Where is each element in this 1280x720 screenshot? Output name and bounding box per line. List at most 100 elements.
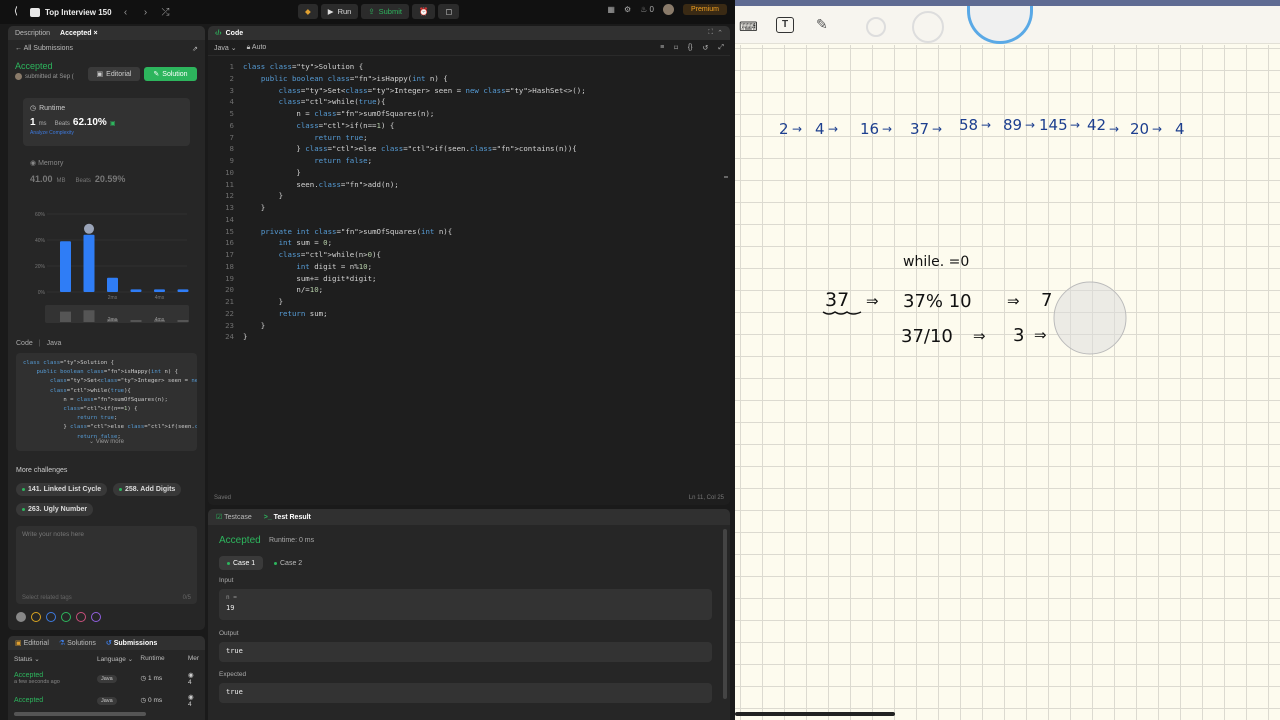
tab-accepted[interactable]: Accepted × (60, 30, 98, 37)
tab-test-result[interactable]: >_ Test Result (264, 514, 311, 521)
debug-button[interactable]: ◆ (298, 4, 318, 19)
sequence-arrow: → (792, 122, 802, 136)
table-row[interactable]: Accepted a few seconds ago Java ◷ 1 ms ◉ … (8, 667, 205, 689)
settings-icon[interactable]: ⚙ (624, 5, 631, 14)
sequence-row: 2 → 4 → 16 → 37 → 58 → 89 → 145 → 42 → 20 → 4 (779, 116, 1185, 138)
tab-editorial-label: Editorial (23, 640, 49, 647)
chart-bar[interactable] (177, 289, 189, 292)
tab-test-result-label: Test Result (273, 513, 311, 521)
all-submissions-link[interactable]: ← All Submissions ⇗ (8, 40, 205, 58)
color-swatch[interactable] (91, 612, 101, 622)
code-panel-header: ‹/› Code ⛶ ⌃ (208, 26, 730, 40)
chart-bar[interactable] (130, 289, 142, 292)
color-swatch[interactable] (46, 612, 56, 622)
tab-solutions[interactable]: ⚗ Solutions (59, 639, 96, 647)
problem-list-button[interactable]: Top Interview 150 (30, 7, 112, 17)
y-tick-label: 20% (35, 264, 46, 270)
fullscreen-icon[interactable]: ⤢ (718, 44, 724, 52)
sequence-number: 89 (1003, 116, 1022, 134)
braces-icon[interactable]: {} (688, 44, 693, 51)
color-swatch[interactable] (16, 612, 26, 622)
input-box: n = 19 (219, 589, 712, 620)
chart-bar[interactable] (83, 234, 95, 292)
memory-card[interactable]: ◉ Memory 41.00 MB Beats 20.59% (30, 159, 190, 184)
table-row[interactable]: Accepted Java ◷ 0 ms ◉ 4 (8, 689, 205, 711)
share-icon[interactable]: ⇗ (192, 45, 198, 53)
row-runtime: 1 ms (148, 675, 163, 682)
challenge-chip[interactable]: 141. Linked List Cycle (16, 483, 108, 496)
leetcode-logo-icon[interactable]: ⟨ (10, 6, 22, 18)
case-2-tab[interactable]: Case 2 (266, 556, 310, 570)
format-icon[interactable]: ≡ (660, 44, 664, 51)
run-button[interactable]: ▶ Run (320, 4, 359, 19)
runtime-beats-value: 62.10% (72, 117, 107, 128)
notes-textarea[interactable]: Write your notes here Select related tag… (16, 526, 197, 604)
row-runtime: 0 ms (148, 697, 163, 704)
history-icon: ↺ (105, 640, 112, 647)
code-brackets-icon: ‹/› (215, 29, 222, 37)
analyze-complexity-link[interactable]: Analyze Complexity (30, 130, 183, 136)
sequence-number: 37 (910, 120, 929, 138)
solution-button[interactable]: ✎ Solution (144, 67, 197, 81)
list-icon (30, 7, 40, 17)
tab-submissions[interactable]: ↺ Submissions (106, 639, 157, 647)
editorial-button[interactable]: ▣ Editorial (88, 67, 140, 81)
bookmark-icon[interactable]: ⌑ (674, 44, 678, 52)
runtime-card[interactable]: ◷ Runtime 1 ms Beats 62.10% ▣ Analyze Com… (23, 98, 190, 146)
timer-button[interactable]: ⏰ (411, 4, 436, 19)
challenge-chip[interactable]: 263. Ugly Number (16, 503, 94, 516)
tags-count: 0/5 (182, 595, 191, 601)
tab-editorial[interactable]: ▣ Editorial (15, 639, 49, 647)
arrow-3: ⇒ (973, 327, 986, 345)
source-code[interactable]: class class="ty">Solution { public boole… (243, 61, 586, 343)
shuffle-icon[interactable]: ⤮ (160, 7, 172, 18)
editor-status-bar: Saved Ln 11, Col 25 (214, 495, 724, 501)
tab-testcase[interactable]: ☑ Testcase (216, 513, 252, 521)
chart-bar[interactable] (154, 289, 165, 292)
next-problem-icon[interactable]: › (140, 7, 152, 18)
flask-icon: ⚗ (58, 640, 66, 647)
case-1-tab[interactable]: Case 1 (219, 556, 264, 570)
streak-counter[interactable]: ♨ 0 (640, 5, 654, 14)
tab-description[interactable]: Description (15, 30, 50, 37)
horizontal-scrollbar[interactable] (14, 712, 146, 716)
prev-problem-icon[interactable]: ‹ (120, 7, 132, 18)
color-swatch[interactable] (76, 612, 86, 622)
x-tick-label: 4ms (155, 295, 165, 301)
auto-mode-toggle[interactable]: 🔒︎ Auto (247, 44, 267, 52)
layout-icon[interactable]: ▦ (607, 5, 615, 14)
language-select[interactable]: Java ⌄ (214, 44, 237, 52)
reset-icon[interactable]: ↺ (703, 44, 709, 52)
submit-button[interactable]: ⇪ Submit (361, 4, 409, 19)
tags-select[interactable]: Select related tags (22, 595, 72, 601)
step2-left: 37/10 (901, 326, 953, 347)
user-avatar[interactable] (662, 4, 674, 15)
maximize-icon[interactable]: ⛶ (708, 29, 713, 37)
color-swatch[interactable] (61, 612, 71, 622)
code-header: Code | Java (16, 340, 62, 347)
notes-button[interactable]: ▢ (438, 4, 460, 19)
challenge-chip[interactable]: 258. Add Digits (113, 483, 182, 496)
vertical-scrollbar[interactable] (723, 529, 727, 699)
view-more-button[interactable]: ⌄ View more (16, 438, 197, 445)
arrow-4: ⇒ (1034, 326, 1047, 344)
language-column-header[interactable]: Language ⌄ (97, 655, 140, 663)
chart-bar[interactable] (60, 241, 71, 292)
code-preview-text: class class="ty">Solution { public boole… (23, 360, 197, 440)
color-swatch[interactable] (31, 612, 41, 622)
problem-list-label: Top Interview 150 (45, 7, 112, 17)
submissions-panel: ▣ Editorial ⚗ Solutions ↺ Submissions St… (8, 636, 205, 720)
y-tick-label: 0% (38, 290, 46, 296)
chart-bar[interactable] (107, 277, 118, 292)
row-lang-badge: Java (97, 696, 117, 705)
premium-button[interactable]: Premium (682, 4, 727, 15)
collapse-icon[interactable]: ⌃ (717, 29, 723, 37)
beats-label: Beats (54, 121, 70, 127)
scroll-marker (724, 176, 728, 178)
pass-dot-icon (274, 561, 277, 565)
tab-submissions-label: Submissions (113, 640, 158, 647)
status-column-header[interactable]: Status ⌄ (14, 655, 97, 663)
all-submissions-label: All Submissions (23, 45, 73, 52)
test-panel-tabs: ☑ Testcase >_ Test Result (208, 509, 730, 525)
edit-icon: ✎ (153, 71, 160, 78)
